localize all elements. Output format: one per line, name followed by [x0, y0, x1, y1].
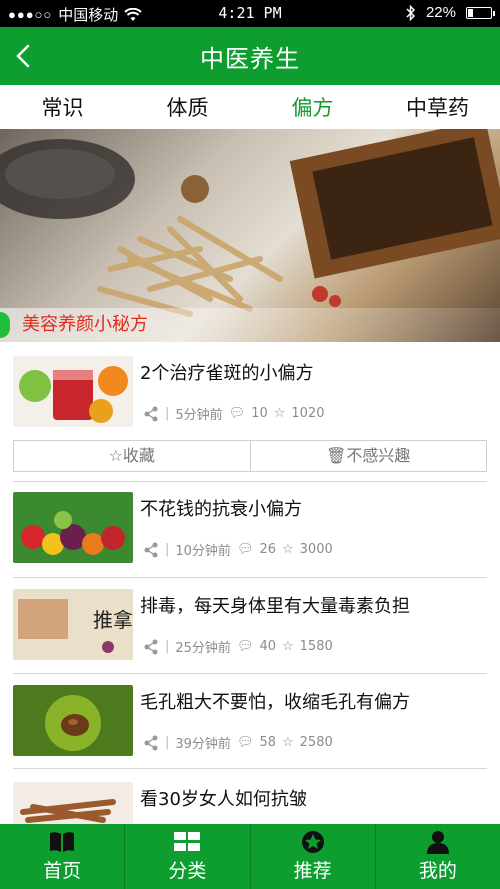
grid-icon [174, 832, 201, 851]
comment-icon: 💬︎ [236, 542, 254, 557]
comment-count: 10 [251, 406, 268, 421]
article-thumbnail [13, 492, 133, 563]
massage-photo: 推拿 [13, 589, 133, 660]
article-thumbnail [13, 356, 133, 427]
divider: | [165, 639, 170, 654]
list-item[interactable]: 毛孔粗大不要怕，收缩毛孔有偏方 | 39分钟前 💬︎ 58 ☆ 2580 [0, 685, 500, 761]
battery-level [468, 8, 473, 17]
nav-mine[interactable]: 我的 [374, 824, 500, 889]
star-icon: ☆ [273, 406, 286, 421]
article-title: 毛孔粗大不要怕，收缩毛孔有偏方 [140, 692, 410, 713]
article-time: 39分钟前 [175, 737, 231, 752]
article-time: 25分钟前 [175, 641, 231, 656]
nav-label: 我的 [418, 860, 457, 882]
divider [13, 577, 487, 578]
list-item[interactable]: 不花钱的抗衰小偏方 | 10分钟前 💬︎ 26 ☆ 3000 [0, 492, 500, 568]
article-title: 2个治疗雀斑的小偏方 [140, 363, 314, 384]
article-thumbnail [13, 685, 133, 756]
article-meta: | 5分钟前 💬︎ 10 ☆ 1020 [143, 404, 324, 423]
article-time: 10分钟前 [175, 544, 231, 559]
fruits-photo [13, 492, 133, 563]
comment-count: 40 [259, 639, 276, 654]
share-icon[interactable] [143, 735, 159, 751]
chestnut-photo [13, 685, 133, 756]
juice-photo [13, 356, 133, 427]
bottom-nav: 首页 分类 推荐 我的 [0, 824, 500, 889]
nav-category[interactable]: 分类 [124, 824, 249, 889]
app-header: 中医养生 [0, 27, 500, 85]
divider: | [165, 735, 170, 750]
bluetooth-icon [406, 4, 416, 21]
tab-herbs[interactable]: 中草药 [375, 85, 500, 129]
share-icon[interactable] [143, 406, 159, 422]
trash-icon: 🗑︎ [326, 446, 347, 465]
nav-label: 推荐 [293, 860, 332, 882]
article-title: 看30岁女人如何抗皱 [140, 789, 307, 810]
tab-constitution[interactable]: 体质 [125, 85, 250, 129]
list-item[interactable]: 推拿 排毒，每天身体里有大量毒素负担 | 25分钟前 💬︎ 40 ☆ 1580 [0, 589, 500, 665]
featured-banner[interactable]: 美容养颜小秘方 [0, 129, 500, 342]
list-item[interactable]: 2个治疗雀斑的小偏方 | 5分钟前 💬︎ 10 ☆ 1020 [0, 356, 500, 432]
nav-label: 首页 [43, 860, 82, 882]
svg-text:推拿: 推拿 [93, 608, 133, 632]
tab-remedies[interactable]: 偏方 [250, 85, 375, 129]
star-icon: ☆ [282, 735, 294, 750]
share-icon[interactable] [143, 639, 159, 655]
article-meta: | 10分钟前 💬︎ 26 ☆ 3000 [143, 540, 333, 559]
article-actions: ☆收藏 🗑︎不感兴趣 [13, 440, 487, 472]
comment-icon: 💬︎ [236, 639, 254, 654]
comment-count: 26 [259, 542, 276, 557]
divider: | [165, 406, 170, 421]
star-icon: ☆ [282, 639, 294, 654]
share-icon[interactable] [143, 542, 159, 558]
nav-label: 分类 [168, 860, 207, 882]
collect-label: 收藏 [122, 446, 155, 465]
tab-common-knowledge[interactable]: 常识 [0, 85, 125, 129]
category-tabs: 常识 体质 偏方 中草药 [0, 85, 500, 129]
banner-caption: 美容养颜小秘方 [22, 314, 148, 335]
star-count: 2580 [299, 735, 333, 750]
book-icon [50, 832, 75, 852]
divider: | [165, 542, 170, 557]
battery-icon [466, 6, 495, 19]
list-item[interactable]: 看30岁女人如何抗皱 [0, 782, 500, 824]
star-icon: ☆ [282, 542, 294, 557]
comment-icon: 💬︎ [228, 406, 246, 421]
star-badge-icon [301, 831, 324, 853]
nav-recommend[interactable]: 推荐 [249, 824, 375, 889]
divider [13, 673, 487, 674]
article-meta: | 25分钟前 💬︎ 40 ☆ 1580 [143, 637, 333, 656]
not-interested-button[interactable]: 🗑︎不感兴趣 [249, 441, 487, 471]
article-meta: | 39分钟前 💬︎ 58 ☆ 2580 [143, 733, 333, 752]
star-count: 1580 [299, 639, 333, 654]
comment-icon: 💬︎ [236, 735, 254, 750]
page-title: 中医养生 [200, 45, 300, 73]
divider [13, 481, 487, 482]
collect-button[interactable]: ☆收藏 [14, 441, 250, 471]
article-time: 5分钟前 [175, 408, 223, 423]
star-icon: ☆ [108, 446, 123, 465]
not-interested-label: 不感兴趣 [346, 446, 411, 465]
ginseng-photo [13, 782, 133, 824]
status-bar: ●●●○○ 中国移动 4:21 PM 22% [0, 0, 500, 27]
article-thumbnail [13, 782, 133, 824]
star-count: 3000 [299, 542, 333, 557]
user-icon [426, 831, 449, 854]
battery-percent: 22% [425, 4, 456, 21]
nav-home[interactable]: 首页 [0, 824, 124, 889]
article-title: 排毒，每天身体里有大量毒素负担 [140, 596, 410, 617]
article-thumbnail: 推拿 [13, 589, 133, 660]
comment-count: 58 [259, 735, 276, 750]
divider [13, 768, 487, 769]
star-count: 1020 [291, 406, 325, 421]
article-title: 不花钱的抗衰小偏方 [140, 499, 302, 520]
